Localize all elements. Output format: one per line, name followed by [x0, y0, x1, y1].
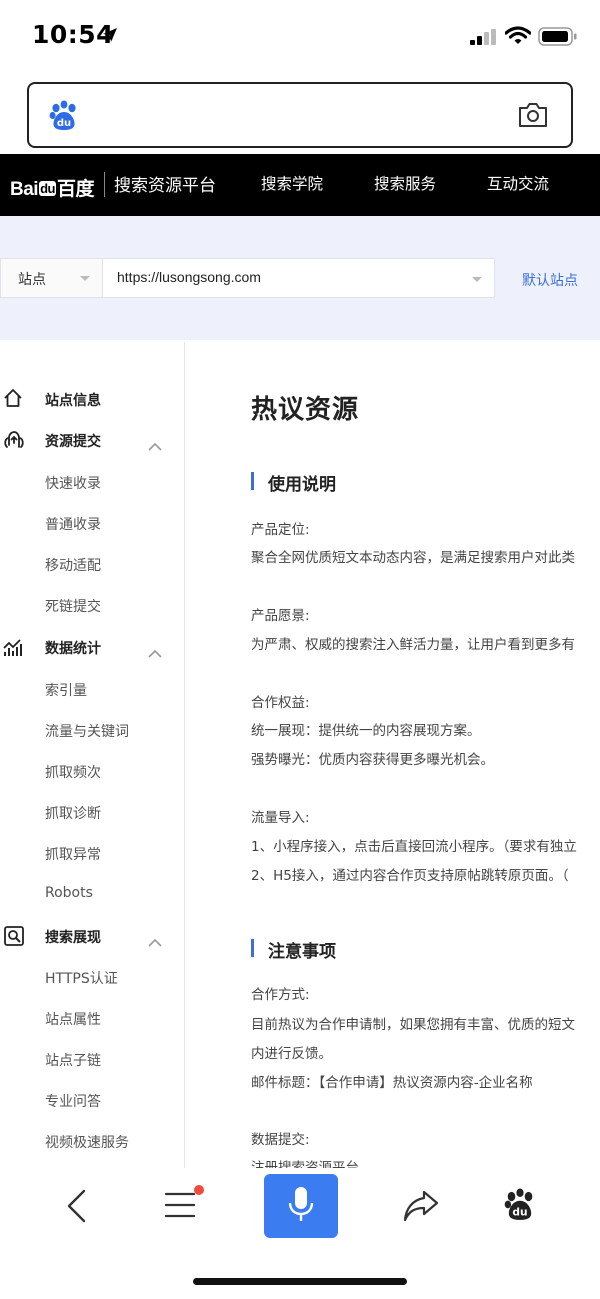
location-arrow-icon: [102, 27, 118, 47]
platform-header: Bai du 百度 搜索资源平台 搜索学院 搜索服务 互动交流: [0, 154, 600, 216]
notes-email-title: 邮件标题：【合作申请】热议资源内容-企业名称: [251, 1075, 533, 1091]
notification-dot: [194, 1185, 204, 1195]
usage-positioning-label: 产品定位:: [251, 522, 310, 538]
usage-benefit-1: 统一展现：提供统一的内容展现方案。: [251, 723, 481, 739]
logo-bai: Bai: [10, 179, 39, 200]
share-icon[interactable]: [402, 1188, 440, 1228]
site-type-select[interactable]: 站点: [1, 259, 103, 297]
status-bar: 10:54: [0, 0, 600, 70]
sidebar-item-fast-index[interactable]: 快速收录: [45, 473, 101, 493]
sidebar-item-site-info[interactable]: 站点信息: [0, 380, 184, 420]
chart-icon: [3, 636, 25, 662]
sidebar-item-crawl-frequency[interactable]: 抓取频次: [45, 762, 101, 782]
sidebar: 站点信息 资源提交 快速收录 普通收录 移动适配 死链提交 数据统计 索引量 流…: [0, 342, 185, 1168]
main-content: 热议资源 使用说明 产品定位: 聚合全网优质短文本动态内容，是满足搜索用户对此类…: [186, 342, 600, 1168]
chevron-up-icon: [148, 436, 162, 455]
sidebar-group-label: 搜索展现: [45, 930, 101, 946]
sidebar-item-index-volume[interactable]: 索引量: [45, 680, 87, 700]
svg-text:du: du: [512, 1206, 527, 1219]
usage-vision-label: 产品愿景:: [251, 608, 310, 624]
sidebar-item-video-service[interactable]: 视频极速服务: [45, 1132, 129, 1152]
site-url-select[interactable]: https://lusongsong.com: [117, 269, 261, 285]
logo-baidu: 百度: [56, 179, 95, 200]
sidebar-item-qa[interactable]: 专业问答: [45, 1091, 101, 1111]
sidebar-item-crawl-errors[interactable]: 抓取异常: [45, 844, 101, 864]
upload-icon: [3, 429, 25, 455]
sidebar-item-site-sublinks[interactable]: 站点子链: [45, 1050, 101, 1070]
notes-data-submit-label: 数据提交:: [251, 1132, 310, 1148]
header-divider: [104, 172, 105, 197]
home-indicator: [193, 1278, 407, 1285]
sidebar-item-mobile-adapt[interactable]: 移动适配: [45, 555, 101, 575]
sidebar-group-label: 资源提交: [45, 434, 101, 450]
sidebar-item-deadlink[interactable]: 死链提交: [45, 596, 101, 616]
sidebar-item-crawl-diagnosis[interactable]: 抓取诊断: [45, 803, 101, 823]
svg-text:du: du: [57, 118, 71, 129]
chevron-down-icon: [80, 276, 90, 281]
platform-title: 搜索资源平台: [114, 176, 216, 196]
sidebar-item-site-attributes[interactable]: 站点属性: [45, 1009, 101, 1029]
site-selector-band: 站点 https://lusongsong.com 默认站点: [0, 216, 600, 340]
sidebar-item-normal-index[interactable]: 普通收录: [45, 514, 101, 534]
nav-interaction[interactable]: 互动交流: [487, 172, 549, 194]
sidebar-item-label: 站点信息: [45, 393, 101, 409]
usage-positioning-text: 聚合全网优质短文本动态内容，是满足搜索用户对此类: [251, 550, 575, 566]
notes-method-label: 合作方式:: [251, 987, 310, 1003]
usage-traffic-2: 2、H5接入，通过内容合作页支持原帖跳转原页面。（: [251, 868, 569, 884]
notes-method-text: 目前热议为合作申请制，如果您拥有丰富、优质的短文: [251, 1017, 575, 1033]
sidebar-item-https[interactable]: HTTPS认证: [45, 968, 118, 988]
baidu-home-icon[interactable]: du: [504, 1188, 536, 1226]
logo-du: du: [39, 181, 56, 196]
usage-traffic-label: 流量导入:: [251, 810, 310, 826]
usage-benefits-label: 合作权益:: [251, 695, 310, 711]
sidebar-item-robots[interactable]: Robots: [45, 885, 93, 901]
baidu-paw-icon: du: [49, 100, 79, 136]
nav-search-academy[interactable]: 搜索学院: [261, 172, 323, 194]
chevron-up-icon: [148, 643, 162, 662]
nav-search-services[interactable]: 搜索服务: [374, 172, 436, 194]
baidu-logo[interactable]: Bai du 百度: [10, 174, 94, 201]
notes-data-submit-text: 注册搜索资源平台: [251, 1160, 359, 1168]
sidebar-group-search-display[interactable]: 搜索展现: [0, 917, 184, 957]
microphone-icon: [288, 1186, 314, 1228]
sidebar-group-label: 数据统计: [45, 641, 101, 657]
sidebar-group-resource-submit[interactable]: 资源提交: [0, 421, 184, 461]
wifi-icon: [504, 26, 532, 50]
sidebar-group-data-stats[interactable]: 数据统计: [0, 628, 184, 668]
home-icon: [3, 388, 23, 412]
section-heading-text: 使用说明: [268, 475, 336, 495]
site-selector: 站点 https://lusongsong.com: [0, 258, 495, 298]
usage-benefit-2: 强势曝光：优质内容获得更多曝光机会。: [251, 752, 494, 768]
section-heading-notes: 注意事项: [251, 937, 336, 962]
chevron-up-icon: [148, 932, 162, 951]
chevron-down-icon: [472, 277, 482, 282]
site-type-label: 站点: [18, 272, 46, 288]
voice-search-button[interactable]: [264, 1174, 338, 1238]
usage-traffic-1: 1、小程序接入，点击后直接回流小程序。（要求有独立: [251, 839, 577, 855]
default-site-link[interactable]: 默认站点: [522, 270, 578, 290]
back-icon[interactable]: [64, 1188, 90, 1228]
section-heading-usage: 使用说明: [251, 470, 336, 495]
search-display-icon: [3, 925, 25, 951]
browser-toolbar: du: [0, 1168, 600, 1299]
menu-icon[interactable]: [164, 1192, 196, 1222]
cellular-signal-icon: [470, 29, 498, 49]
search-input[interactable]: du: [27, 82, 573, 148]
sidebar-item-traffic-keywords[interactable]: 流量与关键词: [45, 721, 129, 741]
page-title: 热议资源: [251, 395, 360, 425]
section-heading-text: 注意事项: [268, 942, 336, 962]
usage-vision-text: 为严肃、权威的搜索注入鲜活力量，让用户看到更多有: [251, 637, 575, 653]
battery-icon: [538, 27, 578, 51]
notes-method-text-2: 内进行反馈。: [251, 1046, 332, 1062]
camera-icon[interactable]: [517, 101, 549, 133]
